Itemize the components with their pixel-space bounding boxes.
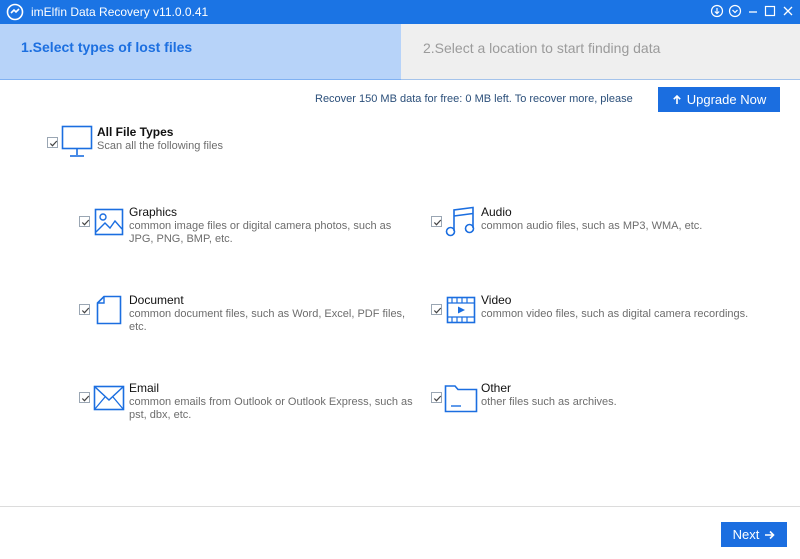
- all-file-types-desc: Scan all the following files: [97, 140, 223, 152]
- step1-label: 1.Select types of lost files: [21, 39, 193, 55]
- email-desc-line1: common emails from Outlook or Outlook Ex…: [129, 396, 413, 408]
- arrow-up-icon: [672, 94, 681, 104]
- checkmark-icon: [49, 140, 58, 147]
- maximize-icon[interactable]: [763, 4, 777, 18]
- monitor-icon: [61, 125, 93, 157]
- checkmark-icon: [81, 307, 90, 314]
- checkmark-icon: [433, 307, 442, 314]
- audio-checkbox[interactable]: [431, 216, 442, 227]
- document-desc-line1: common document files, such as Word, Exc…: [129, 308, 406, 320]
- footer-divider: [0, 506, 800, 507]
- arrow-right-icon: [765, 530, 775, 539]
- download-icon[interactable]: [710, 4, 724, 18]
- video-checkbox[interactable]: [431, 304, 442, 315]
- checkmark-icon: [81, 219, 90, 226]
- audio-title: Audio: [481, 205, 512, 219]
- chevron-down-icon[interactable]: [728, 4, 742, 18]
- close-icon[interactable]: [781, 4, 795, 18]
- document-desc-line2: etc.: [129, 321, 147, 333]
- minimize-icon[interactable]: [746, 4, 760, 18]
- divider: [0, 79, 800, 80]
- checkmark-icon: [433, 219, 442, 226]
- other-checkbox[interactable]: [431, 392, 442, 403]
- music-note-icon: [445, 206, 475, 237]
- upgrade-label: Upgrade Now: [686, 92, 767, 107]
- other-desc: other files such as archives.: [481, 396, 617, 408]
- document-icon: [96, 295, 122, 325]
- graphics-title: Graphics: [129, 205, 178, 219]
- audio-desc: common audio files, such as MP3, WMA, et…: [481, 220, 703, 232]
- checkmark-icon: [433, 395, 442, 402]
- email-desc-line2: pst, dbx, etc.: [129, 409, 192, 421]
- document-title: Document: [129, 293, 184, 307]
- image-icon: [94, 208, 124, 236]
- email-checkbox[interactable]: [79, 392, 90, 403]
- envelope-icon: [93, 385, 125, 411]
- tab-step-select-types[interactable]: 1.Select types of lost files: [0, 24, 401, 80]
- free-quota-text: Recover 150 MB data for free: 0 MB left.…: [315, 93, 633, 105]
- video-title: Video: [481, 293, 512, 307]
- graphics-checkbox[interactable]: [79, 216, 90, 227]
- next-label: Next: [732, 527, 760, 542]
- upgrade-now-button[interactable]: Upgrade Now: [658, 87, 780, 112]
- graphics-desc-line1: common image files or digital camera pho…: [129, 220, 392, 232]
- video-desc: common video files, such as digital came…: [481, 308, 749, 320]
- title-bar: imElfin Data Recovery v11.0.0.41: [0, 0, 800, 24]
- email-title: Email: [129, 381, 160, 395]
- next-button[interactable]: Next: [721, 522, 787, 547]
- all-file-types-checkbox[interactable]: [47, 137, 58, 148]
- folder-icon: [444, 385, 478, 413]
- video-film-icon: [446, 296, 476, 324]
- checkmark-icon: [81, 395, 90, 402]
- document-checkbox[interactable]: [79, 304, 90, 315]
- app-logo-icon: [6, 3, 24, 21]
- tab-step-select-location[interactable]: 2.Select a location to start finding dat…: [423, 40, 660, 56]
- other-title: Other: [481, 381, 512, 395]
- all-file-types-title: All File Types: [97, 125, 174, 139]
- window-title: imElfin Data Recovery v11.0.0.41: [31, 5, 209, 19]
- step-tabs: 1.Select types of lost files 2.Select a …: [0, 24, 800, 80]
- graphics-desc-line2: JPG, PNG, BMP, etc.: [129, 233, 233, 245]
